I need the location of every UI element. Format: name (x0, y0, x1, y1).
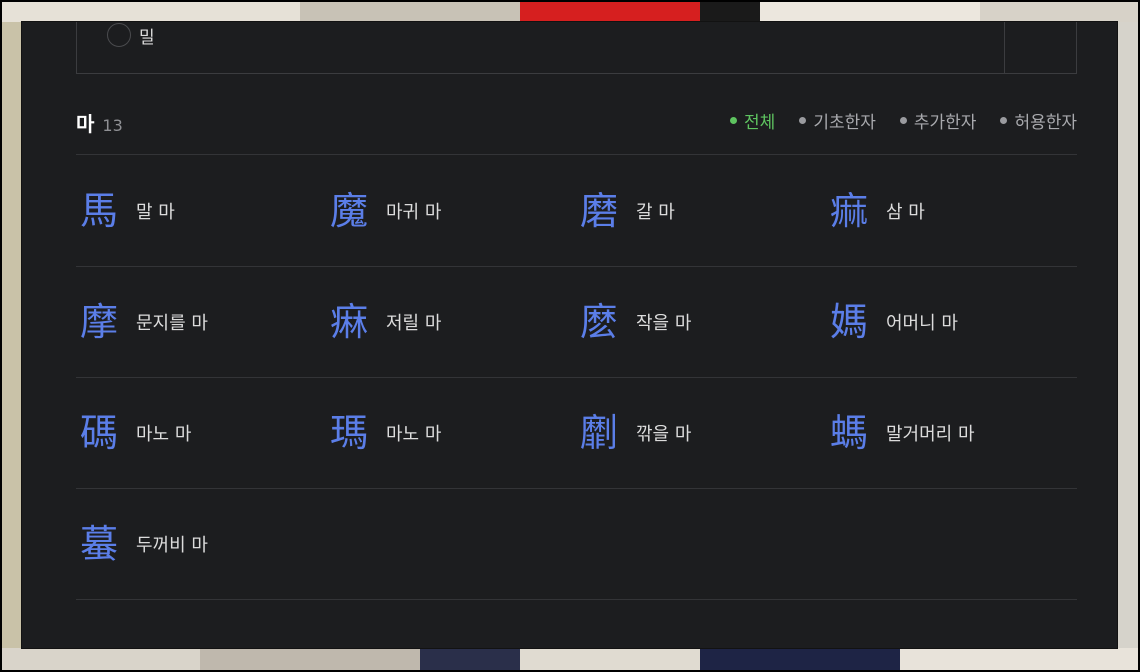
hanja-meaning: 말 마 (136, 202, 175, 223)
bullet-dot-icon (799, 117, 807, 124)
hanja-item[interactable]: 螞 말거머리 마 (826, 378, 1076, 488)
grid-row: 摩 문지를 마 痳 저릴 마 麽 작을 마 媽 어머니 마 (76, 267, 1077, 378)
hanja-meaning: 깎을 마 (636, 424, 692, 445)
hanja-character: 瑪 (329, 411, 368, 455)
filter-label: 추가한자 (913, 113, 977, 133)
radio-circle-icon[interactable] (107, 23, 131, 47)
hanja-character: 磨 (579, 189, 618, 233)
filter-basic-hanja[interactable]: 기초한자 (799, 108, 876, 133)
hanja-item[interactable]: 馬 말 마 (76, 156, 326, 266)
hanja-panel: 밀 마 13 전체 기초한자 추가한자 허용한자 馬 말 마 魔 마귀 마 磨 … (22, 22, 1117, 648)
background-top-strip (0, 0, 1140, 22)
hanja-item[interactable]: 麽 작을 마 (576, 267, 826, 377)
hanja-meaning: 마귀 마 (386, 202, 442, 223)
hanja-meaning: 삼 마 (886, 202, 925, 223)
bullet-dot-icon (1000, 117, 1008, 124)
section-title: 마 (76, 112, 95, 136)
hanja-item[interactable]: 痲 삼 마 (826, 156, 1076, 266)
grid-row: 馬 말 마 魔 마귀 마 磨 갈 마 痲 삼 마 (76, 156, 1077, 267)
hanja-meaning: 작을 마 (636, 313, 692, 334)
hanja-character: 痲 (829, 189, 868, 233)
hanja-meaning: 문지를 마 (136, 313, 208, 334)
hanja-character: 魔 (329, 189, 368, 233)
hanja-character: 劘 (579, 411, 618, 455)
hanja-item[interactable]: 痳 저릴 마 (326, 267, 576, 377)
radio-option-label: 밀 (139, 27, 155, 48)
grid-row: 碼 마노 마 瑪 마노 마 劘 깎을 마 螞 말거머리 마 (76, 378, 1077, 489)
hanja-character: 麽 (579, 300, 618, 344)
filter-tabs: 전체 기초한자 추가한자 허용한자 (730, 108, 1077, 133)
filter-additional-hanja[interactable]: 추가한자 (899, 108, 977, 133)
hanja-meaning: 어머니 마 (886, 313, 958, 334)
hanja-item[interactable]: 蟇 두꺼비 마 (76, 489, 326, 599)
hanja-character: 碼 (79, 411, 118, 455)
filter-allowed-hanja[interactable]: 허용한자 (1000, 108, 1077, 133)
bullet-dot-icon (730, 117, 738, 124)
section-count: 13 (102, 116, 123, 135)
background-bottom-strip (0, 648, 1140, 672)
hanja-character: 媽 (829, 300, 868, 344)
section-header: 마 13 전체 기초한자 추가한자 허용한자 (76, 104, 1077, 155)
hanja-item[interactable]: 魔 마귀 마 (326, 156, 576, 266)
box-divider (1004, 22, 1005, 74)
hanja-meaning: 갈 마 (636, 202, 675, 223)
hanja-character: 螞 (829, 411, 868, 455)
filter-label: 기초한자 (813, 113, 876, 133)
hanja-item[interactable]: 劘 깎을 마 (576, 378, 826, 488)
hanja-item[interactable]: 瑪 마노 마 (326, 378, 576, 488)
hanja-character: 蟇 (79, 522, 118, 566)
hanja-meaning: 저릴 마 (386, 313, 442, 334)
hanja-character: 痳 (329, 300, 368, 344)
hanja-item[interactable]: 媽 어머니 마 (826, 267, 1076, 377)
previous-option-box: 밀 (76, 22, 1077, 74)
hanja-meaning: 두꺼비 마 (136, 535, 208, 556)
filter-label: 허용한자 (1014, 113, 1077, 133)
hanja-meaning: 마노 마 (136, 424, 192, 445)
hanja-meaning: 말거머리 마 (886, 424, 975, 445)
hanja-item[interactable]: 碼 마노 마 (76, 378, 326, 488)
hanja-character: 馬 (79, 189, 118, 233)
filter-all[interactable]: 전체 (730, 108, 775, 133)
bullet-dot-icon (899, 117, 907, 124)
grid-row: 蟇 두꺼비 마 (76, 489, 1077, 600)
hanja-item[interactable]: 摩 문지를 마 (76, 267, 326, 377)
hanja-grid: 馬 말 마 魔 마귀 마 磨 갈 마 痲 삼 마 摩 문지를 마 痳 저릴 마 … (76, 156, 1077, 600)
hanja-item[interactable]: 磨 갈 마 (576, 156, 826, 266)
radio-option-mil[interactable]: 밀 (107, 22, 155, 48)
hanja-meaning: 마노 마 (386, 424, 442, 445)
filter-label: 전체 (744, 113, 776, 133)
section-title-group: 마 13 (76, 108, 123, 137)
hanja-character: 摩 (79, 300, 118, 344)
